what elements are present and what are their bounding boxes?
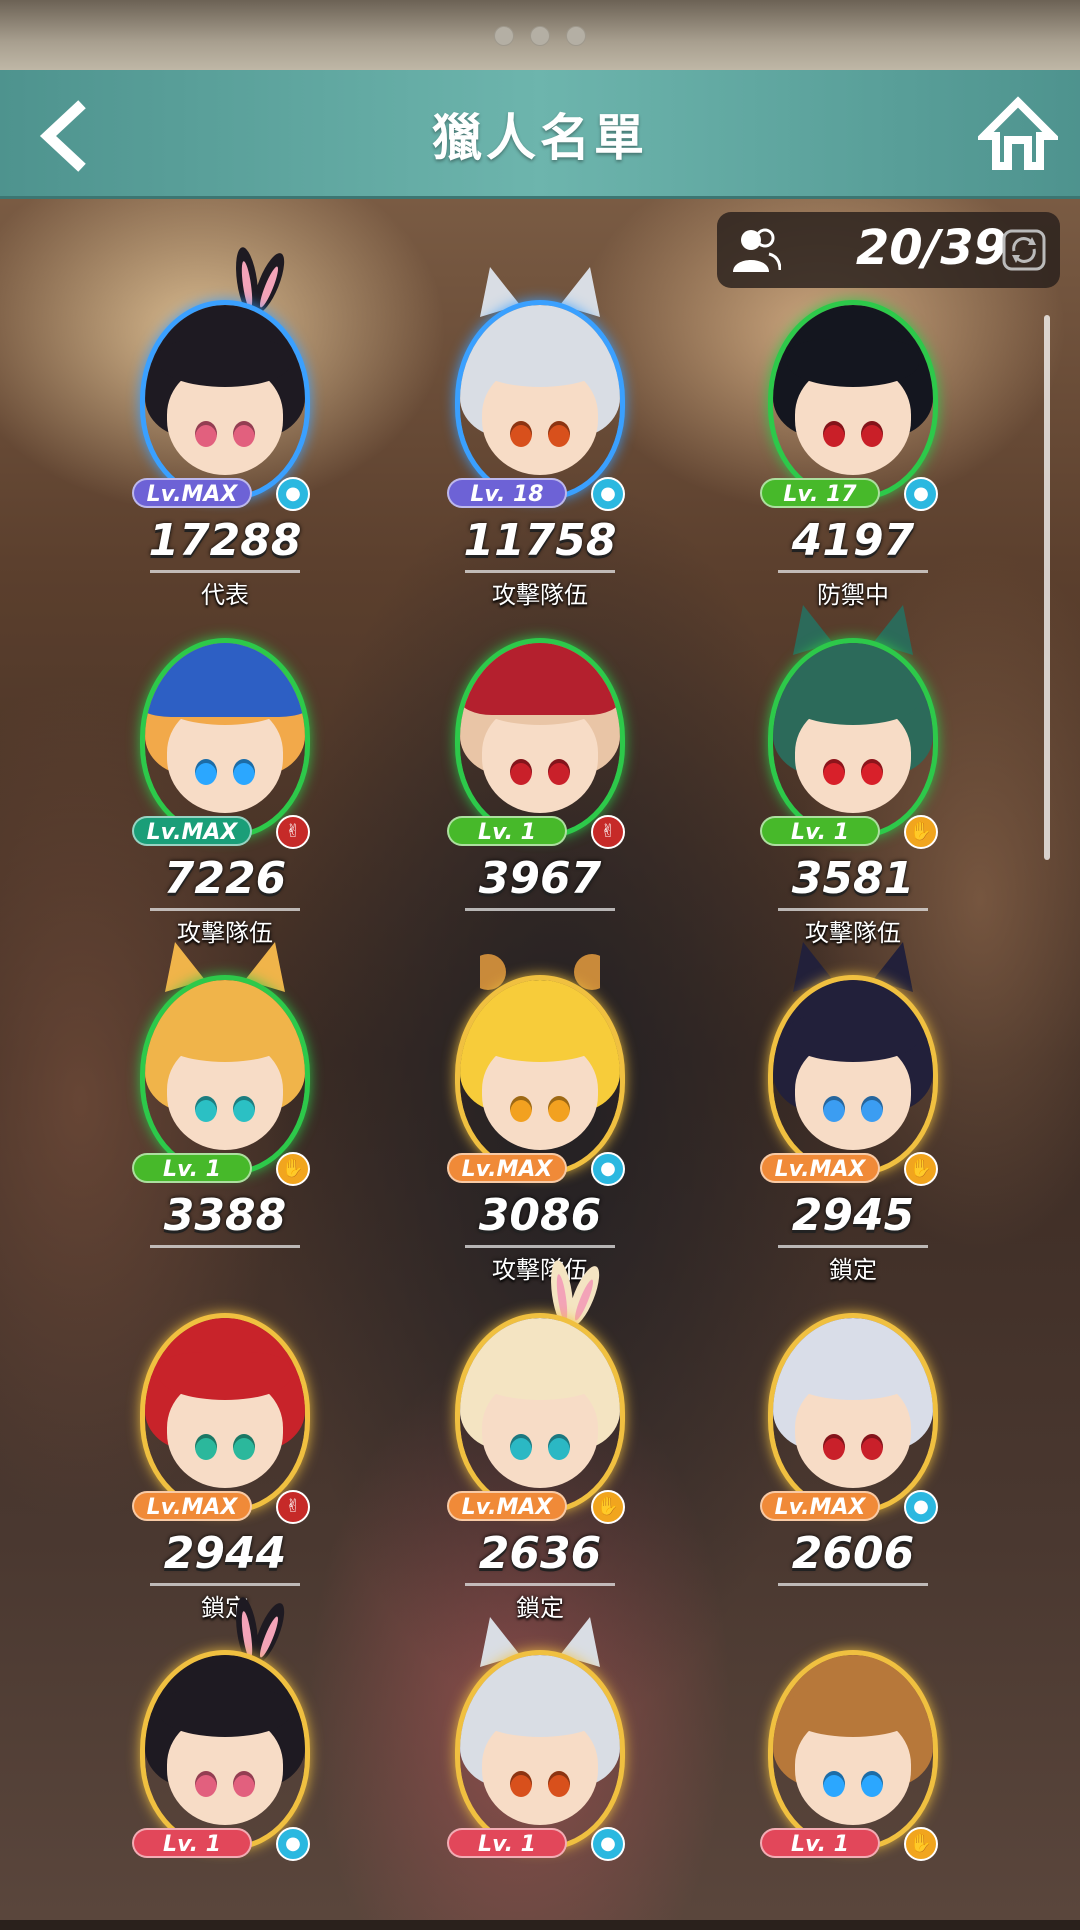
hunter-card[interactable]: Lv.MAX ✋ 2945 鎖定 <box>738 920 968 1284</box>
element-scissors-icon: ✌ <box>276 1490 310 1524</box>
hunter-portrait <box>460 1318 620 1508</box>
level-badge: Lv.MAX <box>447 1153 567 1183</box>
level-badge: Lv.MAX <box>447 1491 567 1521</box>
hunter-card[interactable]: Lv. 1 ● <box>425 1595 655 1930</box>
element-water-icon: ● <box>904 477 938 511</box>
level-badge: Lv. 1 <box>447 816 567 846</box>
hunter-portrait <box>145 1655 305 1845</box>
hunter-card[interactable]: Lv.MAX ● 3086 攻擊隊伍 <box>425 920 655 1284</box>
hunter-portrait <box>773 980 933 1170</box>
hunter-card[interactable]: Lv. 1 ✋ 3388 <box>110 920 340 1255</box>
element-paper-icon: ✋ <box>904 815 938 849</box>
divider <box>150 1245 300 1248</box>
power-value: 3967 <box>478 853 602 904</box>
power-value: 7226 <box>163 853 287 904</box>
element-scissors-icon: ✌ <box>276 815 310 849</box>
cap <box>460 643 620 715</box>
hunter-card[interactable]: Lv. 1 ✋ <box>738 1595 968 1930</box>
hunter-portrait <box>145 305 305 495</box>
divider <box>465 1245 615 1248</box>
power-value: 3086 <box>478 1190 602 1241</box>
hunter-grid: Lv.MAX ● 17288 代表 Lv. 18 ● 11758 攻擊隊伍 Lv… <box>0 0 1080 1920</box>
hunter-portrait <box>773 1318 933 1508</box>
cap <box>145 643 305 717</box>
power-value: 17288 <box>148 515 302 566</box>
hunter-portrait <box>145 1318 305 1508</box>
hunter-card[interactable]: Lv.MAX ✌ 2944 鎖定 <box>110 1258 340 1622</box>
hunter-card[interactable]: Lv. 18 ● 11758 攻擊隊伍 <box>425 245 655 609</box>
level-badge: Lv. 1 <box>760 1828 880 1858</box>
element-water-icon: ● <box>591 1152 625 1186</box>
level-badge: Lv. 18 <box>447 478 567 508</box>
divider <box>150 1583 300 1586</box>
level-badge: Lv.MAX <box>132 816 252 846</box>
hunter-portrait <box>460 980 620 1170</box>
element-scissors-icon: ✌ <box>591 815 625 849</box>
hunter-portrait <box>773 305 933 495</box>
element-paper-icon: ✋ <box>904 1152 938 1186</box>
level-badge: Lv.MAX <box>132 478 252 508</box>
level-badge: Lv.MAX <box>760 1153 880 1183</box>
element-water-icon: ● <box>904 1490 938 1524</box>
power-value: 3581 <box>791 853 915 904</box>
level-badge: Lv. 1 <box>132 1153 252 1183</box>
divider <box>150 908 300 911</box>
hunter-portrait <box>460 643 620 833</box>
divider <box>150 570 300 573</box>
element-water-icon: ● <box>276 1827 310 1861</box>
hunter-portrait <box>460 1655 620 1845</box>
level-badge: Lv.MAX <box>132 1491 252 1521</box>
element-paper-icon: ✋ <box>591 1490 625 1524</box>
power-value: 2944 <box>163 1528 287 1579</box>
power-value: 2945 <box>791 1190 915 1241</box>
element-water-icon: ● <box>591 1827 625 1861</box>
power-value: 2636 <box>478 1528 602 1579</box>
level-badge: Lv. 1 <box>447 1828 567 1858</box>
hunter-portrait <box>460 305 620 495</box>
hunter-portrait <box>773 1655 933 1845</box>
hunter-portrait <box>145 643 305 833</box>
divider <box>778 1245 928 1248</box>
hunter-card[interactable]: Lv. 1 ✌ 3967 <box>425 583 655 918</box>
level-badge: Lv. 1 <box>132 1828 252 1858</box>
hunter-portrait <box>145 980 305 1170</box>
hunter-card[interactable]: Lv.MAX ✋ 2636 鎖定 <box>425 1258 655 1622</box>
power-value: 3388 <box>163 1190 287 1241</box>
element-paper-icon: ✋ <box>904 1827 938 1861</box>
hunter-portrait <box>773 643 933 833</box>
divider <box>465 570 615 573</box>
hunter-card[interactable]: Lv. 1 ✋ 3581 攻擊隊伍 <box>738 583 968 947</box>
hunter-card[interactable]: Lv.MAX ● 2606 <box>738 1258 968 1593</box>
divider <box>778 1583 928 1586</box>
divider <box>778 908 928 911</box>
level-badge: Lv. 17 <box>760 478 880 508</box>
level-badge: Lv. 1 <box>760 816 880 846</box>
hunter-card[interactable]: Lv. 1 ● <box>110 1595 340 1930</box>
hunter-card[interactable]: Lv. 17 ● 4197 防禦中 <box>738 245 968 609</box>
divider <box>465 1583 615 1586</box>
hunter-card[interactable]: Lv.MAX ● 17288 代表 <box>110 245 340 609</box>
divider <box>778 570 928 573</box>
power-value: 11758 <box>463 515 617 566</box>
element-water-icon: ● <box>276 477 310 511</box>
hunter-card[interactable]: Lv.MAX ✌ 7226 攻擊隊伍 <box>110 583 340 947</box>
power-value: 4197 <box>791 515 915 566</box>
level-badge: Lv.MAX <box>760 1491 880 1521</box>
power-value: 2606 <box>791 1528 915 1579</box>
divider <box>465 908 615 911</box>
element-water-icon: ● <box>591 477 625 511</box>
element-paper-icon: ✋ <box>276 1152 310 1186</box>
